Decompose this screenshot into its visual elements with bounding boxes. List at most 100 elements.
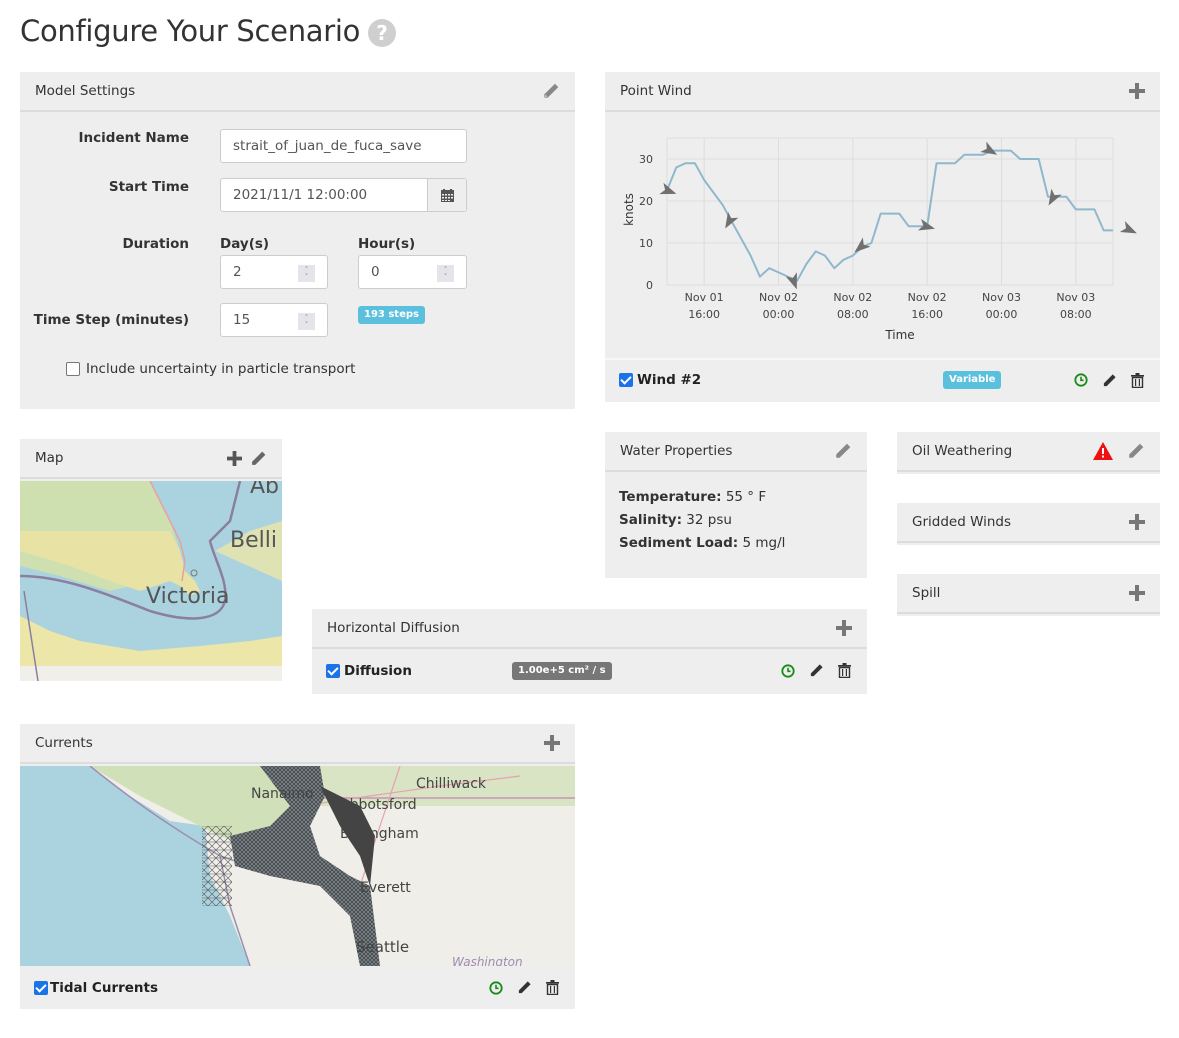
- time-step-label: Time Step (minutes): [33, 312, 189, 328]
- incident-name-input[interactable]: strait_of_juan_de_fuca_save: [220, 129, 467, 163]
- map-label-seattle: Seattle: [356, 938, 409, 956]
- time-step-value: 15: [233, 312, 251, 328]
- currents-item-checkbox[interactable]: [34, 980, 48, 995]
- panel-title: Oil Weathering: [912, 443, 1013, 459]
- x-tick-label: Nov 03: [982, 291, 1021, 304]
- x-tick-label: 08:00: [1060, 308, 1092, 321]
- temperature-label: Temperature:: [619, 489, 722, 505]
- time-step-stepper[interactable]: ˄ ˅: [298, 313, 315, 330]
- diffusion-item-checkbox[interactable]: [326, 663, 340, 678]
- currents-panel: Currents Nanaimo Chilliwack Abbotsford B…: [20, 724, 575, 1009]
- hours-input[interactable]: 0 ˄ ˅: [358, 255, 467, 289]
- y-tick-label: 30: [639, 153, 653, 166]
- currents-map[interactable]: Nanaimo Chilliwack Abbotsford Bellingham…: [20, 766, 575, 966]
- plus-icon[interactable]: [1129, 83, 1145, 99]
- warning-icon: [1093, 442, 1113, 460]
- diffusion-item-name[interactable]: Diffusion: [344, 663, 412, 679]
- x-tick-label: Nov 02: [833, 291, 872, 304]
- x-tick-label: 16:00: [688, 308, 720, 321]
- y-tick-label: 0: [646, 279, 653, 292]
- map-label-victoria: Victoria: [146, 584, 230, 609]
- pencil-icon[interactable]: [542, 82, 560, 100]
- pencil-icon[interactable]: [250, 450, 267, 467]
- panel-title: Currents: [35, 735, 93, 751]
- hours-value: 0: [371, 264, 380, 280]
- wind-item-checkbox[interactable]: [619, 373, 633, 387]
- point-wind-header: Point Wind: [605, 72, 1160, 112]
- hours-stepper[interactable]: ˄ ˅: [437, 265, 454, 282]
- incident-name-value: strait_of_juan_de_fuca_save: [233, 138, 422, 154]
- steps-badge: 193 steps: [358, 306, 425, 324]
- temperature-line: Temperature: 55 ° F: [619, 489, 853, 505]
- x-tick-label: Nov 03: [1056, 291, 1095, 304]
- map-label-chilliwack: Chilliwack: [416, 776, 487, 792]
- plus-icon[interactable]: [836, 620, 852, 636]
- panel-title: Spill: [912, 585, 941, 601]
- plus-icon[interactable]: [544, 735, 560, 751]
- spill-header: Spill: [897, 574, 1160, 614]
- diffusion-coefficient-badge: 1.00e+5 cm² / s: [512, 661, 612, 680]
- map-label-bellingham: Bellingham: [340, 826, 419, 842]
- salinity-label: Salinity:: [619, 512, 682, 528]
- plus-icon[interactable]: [1129, 514, 1145, 530]
- wind-direction-arrow: [1119, 221, 1137, 234]
- uncertainty-checkbox[interactable]: [66, 362, 80, 376]
- currents-item-name[interactable]: Tidal Currents: [50, 980, 158, 996]
- oil-weathering-header: Oil Weathering: [897, 432, 1160, 472]
- days-input[interactable]: 2 ˄ ˅: [220, 255, 328, 289]
- pencil-icon[interactable]: [809, 663, 824, 678]
- currents-item-row: Tidal Currents: [20, 966, 575, 1009]
- question-circle-icon[interactable]: ?: [368, 19, 396, 47]
- map-label-washington: Washington: [452, 955, 523, 966]
- pencil-icon[interactable]: [1127, 442, 1145, 460]
- duration-label: Duration: [122, 236, 189, 252]
- x-tick-label: 08:00: [837, 308, 869, 321]
- x-tick-label: Nov 02: [908, 291, 947, 304]
- wind-item-name[interactable]: Wind #2: [637, 372, 701, 388]
- days-stepper[interactable]: ˄ ˅: [298, 265, 315, 282]
- trash-icon[interactable]: [1131, 372, 1144, 388]
- y-tick-label: 10: [639, 237, 653, 250]
- pencil-icon[interactable]: [517, 980, 532, 995]
- x-tick-label: 16:00: [911, 308, 943, 321]
- diffusion-item-row: Diffusion 1.00e+5 cm² / s: [312, 649, 867, 692]
- trash-icon[interactable]: [838, 663, 851, 678]
- time-step-input[interactable]: 15 ˄ ˅: [220, 303, 328, 337]
- point-wind-panel: Point Wind 0 10 20 30 Nov 01 16:00 Nov 02 00:00…: [605, 72, 1160, 402]
- clock-icon[interactable]: [489, 980, 503, 995]
- wind-arrow-shape: [1119, 221, 1137, 234]
- trash-icon[interactable]: [546, 980, 559, 995]
- clock-icon[interactable]: [781, 663, 795, 678]
- model-settings-header: Model Settings: [20, 72, 575, 112]
- horizontal-diffusion-header: Horizontal Diffusion: [312, 609, 867, 649]
- gridded-winds-header: Gridded Winds: [897, 503, 1160, 543]
- calendar-icon[interactable]: [427, 179, 466, 211]
- sediment-value: 5 mg/l: [742, 535, 786, 551]
- panel-title: Model Settings: [35, 83, 136, 99]
- days-value: 2: [233, 264, 242, 280]
- plus-icon[interactable]: [1129, 585, 1145, 601]
- clock-icon[interactable]: [1074, 373, 1088, 387]
- salinity-line: Salinity: 32 psu: [619, 512, 853, 528]
- x-tick-label: 00:00: [986, 308, 1018, 321]
- y-tick-label: 20: [639, 195, 653, 208]
- wind-type-badge: Variable: [943, 371, 1002, 389]
- plus-icon[interactable]: [227, 450, 242, 466]
- x-tick-label: Nov 01: [685, 291, 724, 304]
- currents-header: Currents: [20, 724, 575, 764]
- temperature-value: 55 ° F: [725, 489, 767, 505]
- salinity-value: 32 psu: [686, 512, 732, 528]
- map-thumbnail[interactable]: Victoria Belli Ab: [20, 481, 282, 681]
- page-title: Configure Your Scenario: [20, 14, 361, 48]
- wind-item-row: Wind #2 Variable: [605, 358, 1160, 402]
- uncertainty-option[interactable]: Include uncertainty in particle transpor…: [66, 361, 355, 377]
- oil-weathering-panel: Oil Weathering: [897, 432, 1160, 474]
- water-properties-header: Water Properties: [605, 432, 867, 472]
- map-label-bellingham: Belli: [230, 528, 277, 553]
- y-axis-label: knots: [622, 193, 636, 226]
- start-time-input[interactable]: 2021/11/1 12:00:00: [220, 178, 467, 212]
- uncertainty-label: Include uncertainty in particle transpor…: [86, 361, 356, 377]
- pencil-icon[interactable]: [834, 442, 852, 460]
- pencil-icon[interactable]: [1102, 373, 1117, 388]
- days-label: Day(s): [220, 236, 270, 252]
